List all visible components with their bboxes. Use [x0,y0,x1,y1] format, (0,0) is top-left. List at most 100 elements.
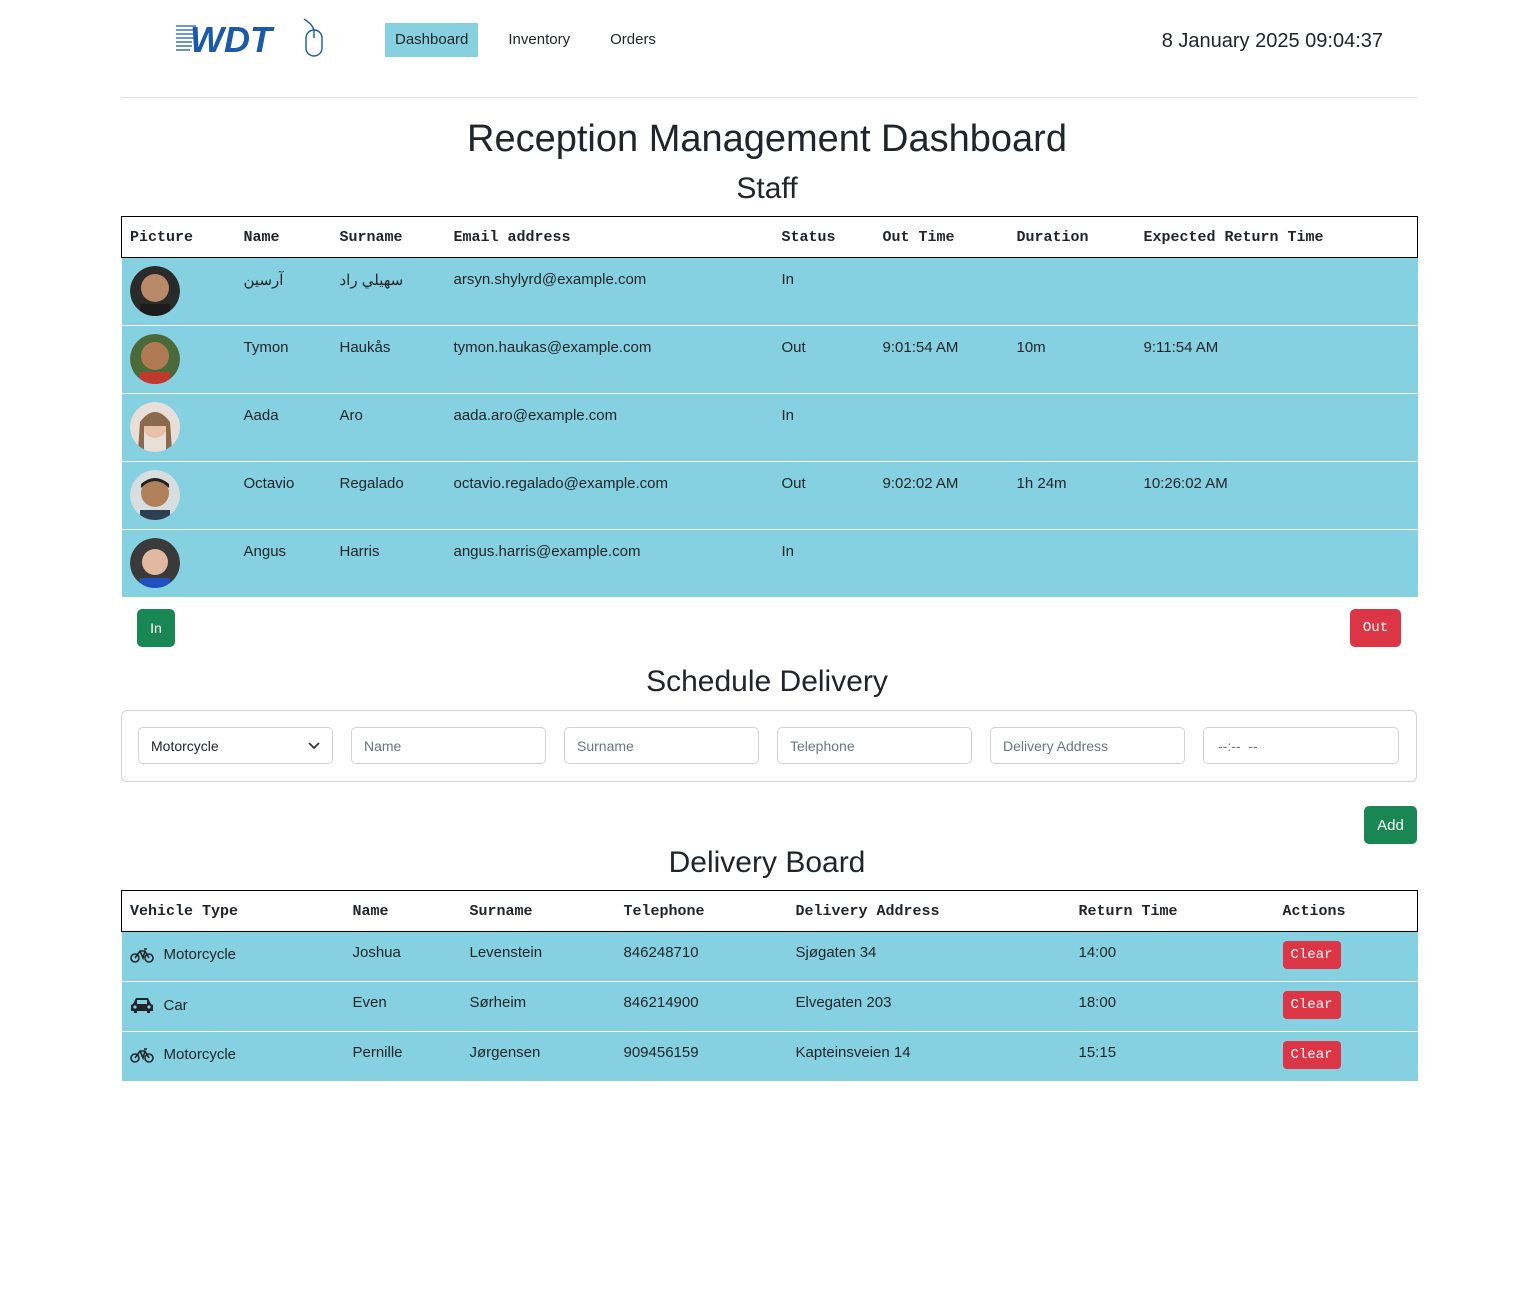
staff-row[interactable]: Tymon Haukås tymon.haukas@example.com Ou… [121,325,1418,394]
staff-out-button[interactable]: Out [1350,609,1401,647]
staff-out-time [874,393,1009,462]
staff-email: aada.aro@example.com [445,393,774,462]
picture-cell [121,325,236,394]
staff-name: Octavio [235,461,332,530]
col-actions: Actions [1274,890,1418,932]
return-time-input[interactable] [1203,727,1399,764]
staff-title: Staff [736,172,798,205]
col-vehicle-type: Vehicle Type [121,890,345,932]
staff-row[interactable]: Aada Aro aada.aro@example.com In [121,393,1418,462]
staff-in-button[interactable]: In [137,609,175,647]
staff-surname: Aro [331,393,446,462]
main-nav: Dashboard Inventory Orders [385,23,686,57]
staff-out-time [874,257,1009,326]
logo-text: WDT [190,19,275,58]
staff-row[interactable]: Angus Harris angus.harris@example.com In [121,529,1418,597]
staff-expected [1135,529,1418,597]
vehicle-select[interactable]: Motorcycle [138,727,333,764]
col-expected-return: Expected Return Time [1135,216,1418,258]
clear-button[interactable]: Clear [1282,941,1341,969]
delivery-row: Motorcycle Pernille Jørgensen 909456159 … [121,1031,1418,1081]
col-return-time: Return Time [1070,890,1275,932]
delivery-telephone: 846248710 [615,931,788,982]
delivery-return-time: 15:15 [1070,1031,1275,1081]
delivery-address: Kapteinsveien 14 [787,1031,1071,1081]
staff-surname: Harris [331,529,446,597]
schedule-form: Motorcycle [121,710,1417,782]
delivery-return-time: 14:00 [1070,931,1275,982]
avatar [129,266,180,316]
staff-surname: Haukås [331,325,446,394]
staff-expected [1135,257,1418,326]
staff-status: Out [773,325,875,394]
col-telephone: Telephone [615,890,788,932]
delivery-row: Car Even Sørheim 846214900 Elvegaten 203… [121,981,1418,1032]
surname-input[interactable] [564,727,759,764]
chevron-down-icon [308,741,320,749]
clock: 8 January 2025 09:04:37 [1161,30,1383,52]
actions-cell: Clear [1274,1031,1418,1081]
staff-email: tymon.haukas@example.com [445,325,774,394]
staff-status: In [773,257,875,326]
staff-duration [1008,393,1136,462]
delivery-title: Delivery Board [668,846,866,879]
clear-button[interactable]: Clear [1282,991,1341,1019]
address-input[interactable] [990,727,1185,764]
top-header: WDT Dashboard Inventory Orders 8 January… [121,0,1417,98]
delivery-telephone: 846214900 [615,981,788,1032]
vehicle-select-value: Motorcycle [151,737,219,754]
delivery-name: Even [344,981,462,1032]
actions-cell: Clear [1274,931,1418,982]
staff-expected: 9:11:54 AM [1135,325,1418,394]
delivery-return-time: 18:00 [1070,981,1275,1032]
delivery-surname: Sørheim [461,981,616,1032]
add-delivery-button[interactable]: Add [1364,806,1417,844]
staff-name: Angus [235,529,332,597]
picture-cell [121,529,236,597]
wdt-logo[interactable]: WDT [176,18,328,58]
name-input[interactable] [351,727,546,764]
staff-email: arsyn.shylyrd@example.com [445,257,774,326]
delivery-name: Pernille [344,1031,462,1081]
nav-orders[interactable]: Orders [600,23,666,57]
telephone-input[interactable] [777,727,972,764]
col-picture: Picture [121,216,236,258]
delivery-address: Elvegaten 203 [787,981,1071,1032]
page-title: Reception Management Dashboard [467,118,1067,160]
motorcycle-icon [129,947,154,963]
staff-status: Out [773,461,875,530]
staff-expected [1135,393,1418,462]
col-status: Status [773,216,875,258]
schedule-title: Schedule Delivery [646,665,888,698]
vehicle-cell: Car [121,981,345,1032]
nav-dashboard[interactable]: Dashboard [385,23,479,57]
staff-out-time: 9:01:54 AM [874,325,1009,394]
staff-email: octavio.regalado@example.com [445,461,774,530]
delivery-surname: Jørgensen [461,1031,616,1081]
avatar [129,538,180,588]
avatar [129,402,180,452]
staff-duration: 10m [1008,325,1136,394]
vehicle-type: Motorcycle [163,946,237,963]
staff-duration: 1h 24m [1008,461,1136,530]
delivery-name: Joshua [344,931,462,982]
delivery-surname: Levenstein [461,931,616,982]
delivery-header-row: Vehicle Type Name Surname Telephone Deli… [121,890,1418,932]
actions-cell: Clear [1274,981,1418,1032]
staff-status: In [773,393,875,462]
staff-name: Tymon [235,325,332,394]
staff-row[interactable]: آرسین سهيلي راد arsyn.shylyrd@example.co… [121,257,1418,326]
col-out-time: Out Time [874,216,1009,258]
nav-inventory[interactable]: Inventory [498,23,580,57]
staff-row[interactable]: Octavio Regalado octavio.regalado@exampl… [121,461,1418,530]
col-surname: Surname [461,890,616,932]
delivery-telephone: 909456159 [615,1031,788,1081]
delivery-address: Sjøgaten 34 [787,931,1071,982]
staff-email: angus.harris@example.com [445,529,774,597]
staff-name: آرسین [235,257,332,326]
clear-button[interactable]: Clear [1282,1041,1341,1069]
col-name: Name [344,890,462,932]
delivery-table: Vehicle Type Name Surname Telephone Deli… [121,890,1418,1081]
avatar [129,334,180,384]
picture-cell [121,461,236,530]
